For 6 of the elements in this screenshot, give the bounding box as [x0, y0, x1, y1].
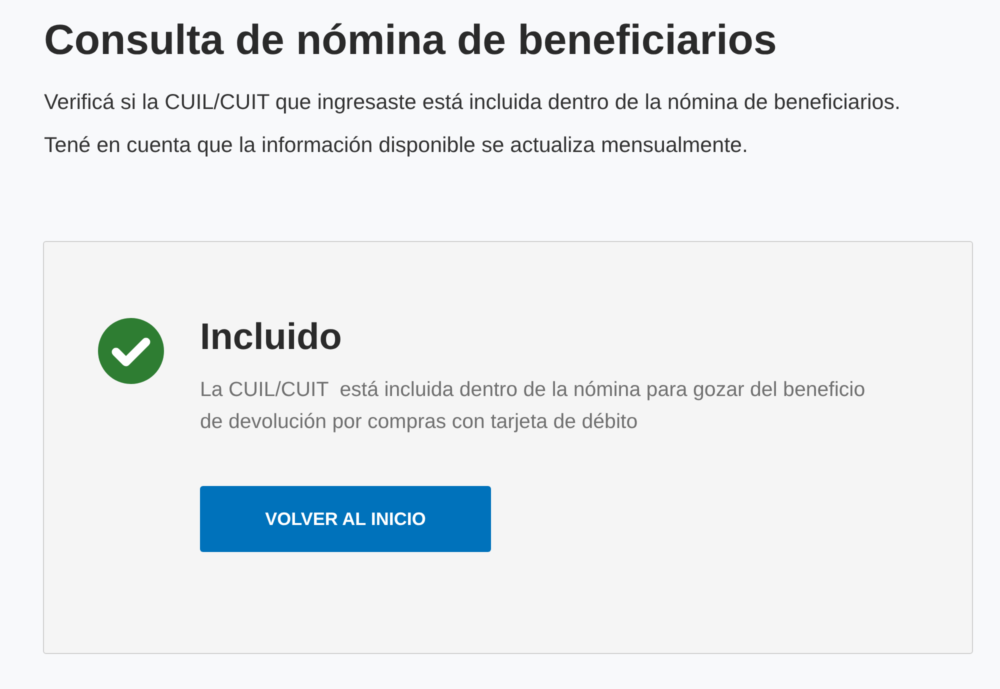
- result-message: La CUIL/CUIT está incluida dentro de la nómina para gozar del beneficio de devolución por compras con tarjeta de débito: [200, 377, 866, 435]
- intro-text: Tené en cuenta que la información disponible se actualiza mensualmente.: [44, 132, 749, 159]
- page-title: Consulta de nómina de beneficiarios: [44, 16, 778, 64]
- back-button[interactable]: VOLVER AL INICIO: [200, 486, 491, 552]
- intro-text: Verificá si la CUIL/CUIT que ingresaste está incluida dentro de la nómina de beneficiarios.: [44, 89, 902, 116]
- result-heading: Incluido: [200, 316, 342, 358]
